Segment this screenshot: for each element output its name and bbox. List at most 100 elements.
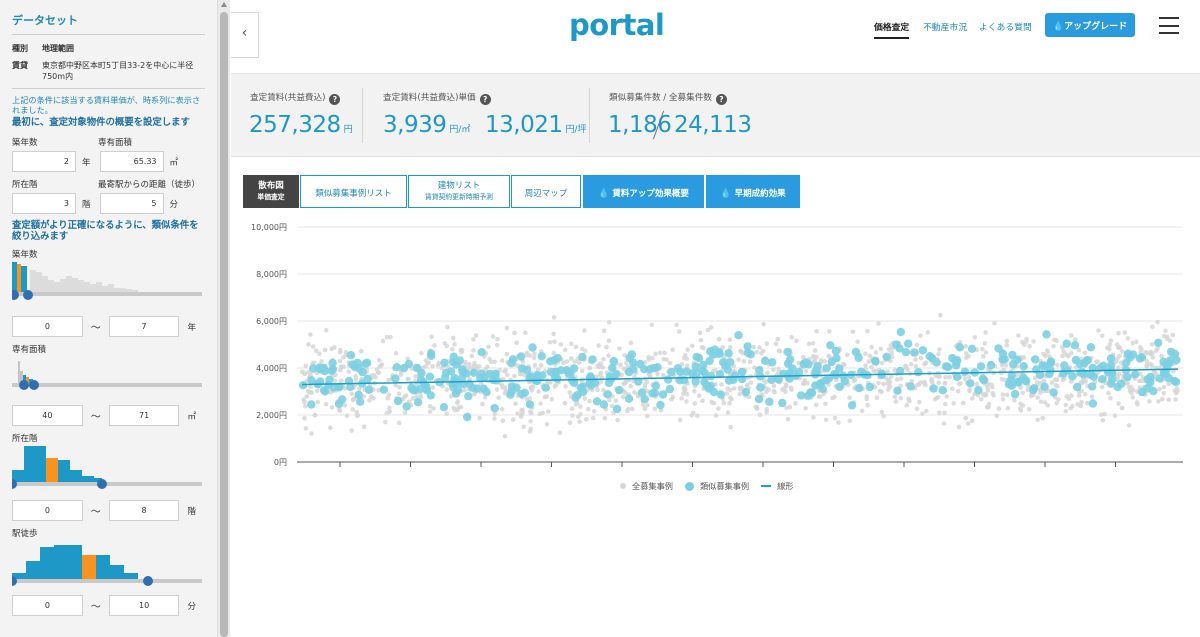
- kind-value: 地理範囲: [42, 44, 74, 53]
- point-all: [396, 420, 402, 426]
- point-all: [528, 419, 533, 424]
- point-all: [879, 409, 885, 415]
- point-all: [417, 392, 423, 398]
- area-input[interactable]: 65.33: [99, 151, 164, 172]
- tab-rent-up[interactable]: 💧 賃料アップ効果概要: [583, 175, 704, 208]
- point-all: [826, 353, 831, 359]
- point-similar: [816, 379, 826, 388]
- point-all: [1035, 417, 1040, 423]
- point-similar: [399, 363, 409, 373]
- walk-bar-selected: [124, 573, 138, 579]
- scrollbar-thumb[interactable]: [220, 12, 228, 637]
- age-histogram-bars: [30, 270, 138, 292]
- point-all: [716, 336, 722, 342]
- point-similar: [1021, 376, 1031, 386]
- point-all: [355, 413, 360, 419]
- help-icon[interactable]: ?: [715, 94, 727, 105]
- y-tick-label: 8,000円: [256, 270, 287, 279]
- point-similar: [490, 404, 499, 413]
- point-similar: [325, 375, 334, 384]
- point-all: [1031, 339, 1036, 344]
- point-similar: [730, 371, 740, 380]
- point-all: [942, 381, 948, 386]
- point-all: [705, 327, 711, 333]
- age-max-input[interactable]: 7: [108, 316, 180, 337]
- legend-item-all[interactable]: 全募集事例: [620, 480, 673, 492]
- point-all: [349, 428, 354, 433]
- age-min-input[interactable]: 0: [12, 316, 83, 337]
- point-similar: [648, 389, 657, 398]
- point-all: [504, 351, 510, 357]
- point-all: [1114, 342, 1120, 347]
- area-max-input[interactable]: 71: [108, 405, 180, 426]
- point-similar: [640, 394, 649, 404]
- area-slider-max-handle[interactable]: [29, 380, 39, 390]
- floor-slider-max-handle[interactable]: [97, 479, 107, 489]
- point-all: [337, 367, 343, 373]
- point-similar: [1086, 343, 1096, 352]
- point-similar: [960, 367, 970, 376]
- point-all: [859, 408, 865, 414]
- floor-max-input[interactable]: 8: [108, 500, 180, 521]
- tab-sublabel: 賃貸契約更新時期予測: [425, 193, 493, 201]
- walk-input[interactable]: 5: [99, 193, 164, 214]
- point-all: [937, 347, 942, 352]
- walk-min-input[interactable]: 0: [12, 595, 83, 616]
- point-all: [1116, 401, 1121, 406]
- legend-item-similar[interactable]: 類似募集事例: [684, 480, 750, 492]
- point-all: [864, 396, 869, 401]
- legend-item-linear[interactable]: 線形: [761, 480, 793, 492]
- point-all: [302, 415, 307, 421]
- point-all: [913, 363, 919, 369]
- sidebar-scrollbar[interactable]: [218, 0, 230, 637]
- scroll-up-arrow-icon[interactable]: [221, 2, 227, 7]
- point-all: [646, 355, 651, 360]
- tab-early-contract[interactable]: 💧 早期成約効果: [706, 175, 800, 208]
- point-all: [963, 415, 969, 421]
- nav-faq[interactable]: よくある質問: [979, 20, 1032, 33]
- point-all: [494, 387, 500, 392]
- point-all: [810, 341, 816, 346]
- walk-slider-max-handle[interactable]: [143, 576, 153, 586]
- portal-logo[interactable]: portal: [569, 8, 665, 42]
- age-input[interactable]: 2: [12, 151, 76, 172]
- tab-scatter[interactable]: 散布図 単価査定: [243, 175, 299, 208]
- nav-market[interactable]: 不動産市況: [923, 20, 967, 33]
- help-icon[interactable]: ?: [479, 94, 491, 105]
- point-all: [1148, 350, 1153, 356]
- tab-similar-list[interactable]: 類似募集事例リスト: [300, 175, 407, 208]
- point-all: [771, 367, 776, 372]
- age-slider-max-handle[interactable]: [23, 290, 33, 300]
- point-similar: [896, 327, 905, 337]
- floor-input[interactable]: 3: [12, 193, 76, 214]
- point-all: [893, 399, 899, 404]
- walk-max-input[interactable]: 10: [108, 595, 180, 616]
- tab-building-list[interactable]: 建物リスト 賃貸契約更新時期予測: [408, 175, 510, 208]
- upgrade-button[interactable]: 💧アップグレード: [1045, 13, 1135, 37]
- point-all: [584, 417, 589, 422]
- point-all: [727, 337, 733, 342]
- hamburger-menu-icon[interactable]: [1159, 17, 1179, 34]
- point-all: [918, 333, 923, 338]
- point-similar: [364, 385, 374, 394]
- floor-min-input[interactable]: 0: [12, 500, 83, 521]
- help-icon[interactable]: ?: [329, 94, 341, 105]
- legend-label-similar: 類似募集事例: [699, 481, 750, 491]
- point-similar: [851, 347, 861, 357]
- point-all: [579, 346, 585, 352]
- point-all: [699, 345, 705, 350]
- area-min-input[interactable]: 40: [12, 405, 83, 426]
- point-all: [811, 415, 816, 420]
- point-all: [873, 350, 879, 355]
- nav-price-assessment[interactable]: 価格査定: [874, 20, 910, 39]
- point-all: [308, 332, 313, 337]
- area-slider-min-handle[interactable]: [19, 380, 29, 390]
- area-label: 専有面積: [98, 138, 133, 148]
- collapse-sidebar-button[interactable]: ‹: [231, 12, 259, 58]
- point-all: [471, 363, 477, 369]
- point-all: [331, 345, 337, 350]
- point-similar: [761, 356, 770, 365]
- range-tilde: 〜: [90, 507, 101, 518]
- tab-map[interactable]: 周辺マップ: [511, 175, 581, 208]
- point-similar: [979, 375, 989, 385]
